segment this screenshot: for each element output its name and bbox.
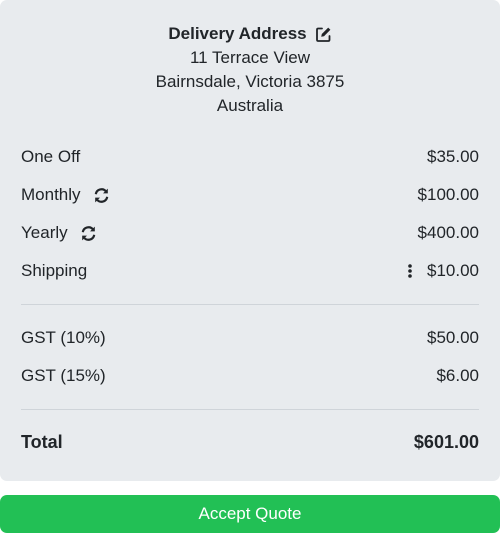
total-amount: $601.00 <box>413 431 479 452</box>
address-line-city: Bairnsdale, Victoria 3875 <box>155 72 345 91</box>
accept-quote-button[interactable]: Accept Quote <box>0 495 500 533</box>
line-item-amount: $10.00 <box>427 261 479 280</box>
line-item-label: Shipping <box>21 261 88 280</box>
line-item-shipping: Shipping $10.00 <box>21 252 479 290</box>
address-line-street: 11 Terrace View <box>189 48 310 67</box>
sync-icon <box>93 187 110 204</box>
delivery-address-heading: Delivery Address <box>168 22 331 46</box>
line-item-label: Yearly <box>21 223 68 242</box>
quote-summary-card: Delivery Address 11 Terrace View Bairnsd… <box>0 0 500 481</box>
line-item-label: One Off <box>21 147 81 166</box>
tax-amount: $6.00 <box>436 366 479 385</box>
tax-label: GST (10%) <box>21 328 106 347</box>
delivery-address: Delivery Address 11 Terrace View Bairnsd… <box>0 22 500 118</box>
divider <box>21 304 479 305</box>
edit-icon[interactable] <box>315 26 332 43</box>
total-row: Total $601.00 <box>21 423 479 461</box>
tax-item-gst-10: GST (10%) $50.00 <box>21 319 479 357</box>
address-line-country: Australia <box>216 96 284 115</box>
total-label: Total <box>21 431 63 452</box>
line-item-yearly: Yearly $400.00 <box>21 214 479 252</box>
tax-amount: $50.00 <box>427 328 479 347</box>
line-items: One Off $35.00 Monthly $100.00 Yearly $4… <box>21 138 479 290</box>
line-item-monthly: Monthly $100.00 <box>21 176 479 214</box>
sync-icon <box>80 225 97 242</box>
line-item-one-off: One Off $35.00 <box>21 138 479 176</box>
vertical-dots-icon[interactable] <box>407 263 413 279</box>
delivery-address-title: Delivery Address <box>168 24 307 43</box>
line-item-label: Monthly <box>21 185 81 204</box>
line-item-amount: $35.00 <box>427 147 479 166</box>
line-item-amount: $400.00 <box>417 223 479 242</box>
divider <box>21 409 479 410</box>
line-item-amount: $100.00 <box>417 185 479 204</box>
tax-items: GST (10%) $50.00 GST (15%) $6.00 <box>21 319 479 395</box>
tax-label: GST (15%) <box>21 366 106 385</box>
tax-item-gst-15: GST (15%) $6.00 <box>21 357 479 395</box>
